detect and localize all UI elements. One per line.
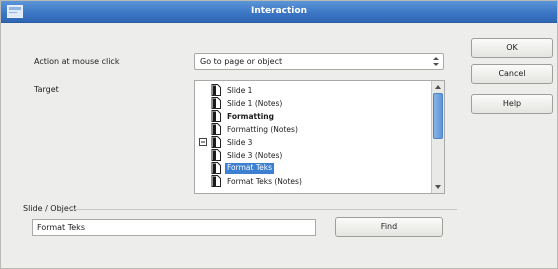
fieldset-separator	[69, 209, 457, 210]
spin-arrows-icon[interactable]	[431, 56, 441, 67]
find-button[interactable]: Find	[335, 217, 443, 237]
tree-item-label: Formatting (Notes)	[227, 125, 298, 134]
slide-page-icon	[211, 162, 221, 174]
action-label: Action at mouse click	[34, 57, 120, 66]
scrollbar-thumb[interactable]	[433, 93, 443, 139]
scroll-down-icon[interactable]	[433, 182, 443, 192]
tree-item-label: Slide 1 (Notes)	[227, 99, 283, 108]
tree-item[interactable]: Slide 1	[195, 84, 431, 96]
help-button[interactable]: Help	[471, 94, 553, 114]
tree-item-label: Slide 3 (Notes)	[227, 151, 283, 160]
target-tree[interactable]: Slide 1 Slide 1 (Notes) Formatting Formatti…	[194, 80, 445, 194]
action-combo[interactable]: Go to page or object	[194, 53, 444, 70]
tree-item-label: Slide 3	[227, 138, 253, 147]
slide-page-icon	[211, 149, 221, 161]
slide-object-value: Format Teks	[37, 223, 85, 232]
tree-item[interactable]: Formatting	[195, 110, 431, 122]
dialog-title: Interaction	[251, 6, 307, 16]
slide-page-icon	[211, 97, 221, 109]
tree-item-label: Format Teks	[225, 163, 274, 174]
tree-item[interactable]: Format Teks	[195, 162, 431, 174]
target-label: Target	[34, 85, 59, 94]
slide-page-icon	[211, 110, 221, 122]
tree-item[interactable]: Slide 3 (Notes)	[195, 149, 431, 161]
ok-button[interactable]: OK	[471, 38, 553, 58]
scroll-up-icon[interactable]	[433, 82, 443, 92]
slide-page-icon	[211, 123, 221, 135]
tree-item[interactable]: Slide 1 (Notes)	[195, 97, 431, 109]
slide-page-icon	[211, 175, 221, 187]
action-combo-value: Go to page or object	[200, 57, 283, 66]
cancel-button[interactable]: Cancel	[471, 64, 553, 84]
title-bar[interactable]: Interaction	[1, 1, 557, 23]
tree-item[interactable]: Formatting (Notes)	[195, 123, 431, 135]
slide-page-icon	[211, 136, 221, 148]
tree-item-label: Formatting	[227, 112, 274, 121]
tree-item-label: Format Teks (Notes)	[227, 177, 302, 186]
slide-page-icon	[211, 84, 221, 96]
slide-object-field[interactable]: Format Teks	[32, 219, 316, 236]
interaction-dialog: Interaction Action at mouse click Go to …	[0, 0, 558, 269]
tree-item-label: Slide 1	[227, 86, 253, 95]
tree-item[interactable]: Slide 3	[195, 136, 431, 148]
collapse-icon[interactable]	[199, 138, 207, 146]
tree-item[interactable]: Format Teks (Notes)	[195, 175, 431, 187]
vertical-scrollbar[interactable]	[431, 81, 444, 193]
